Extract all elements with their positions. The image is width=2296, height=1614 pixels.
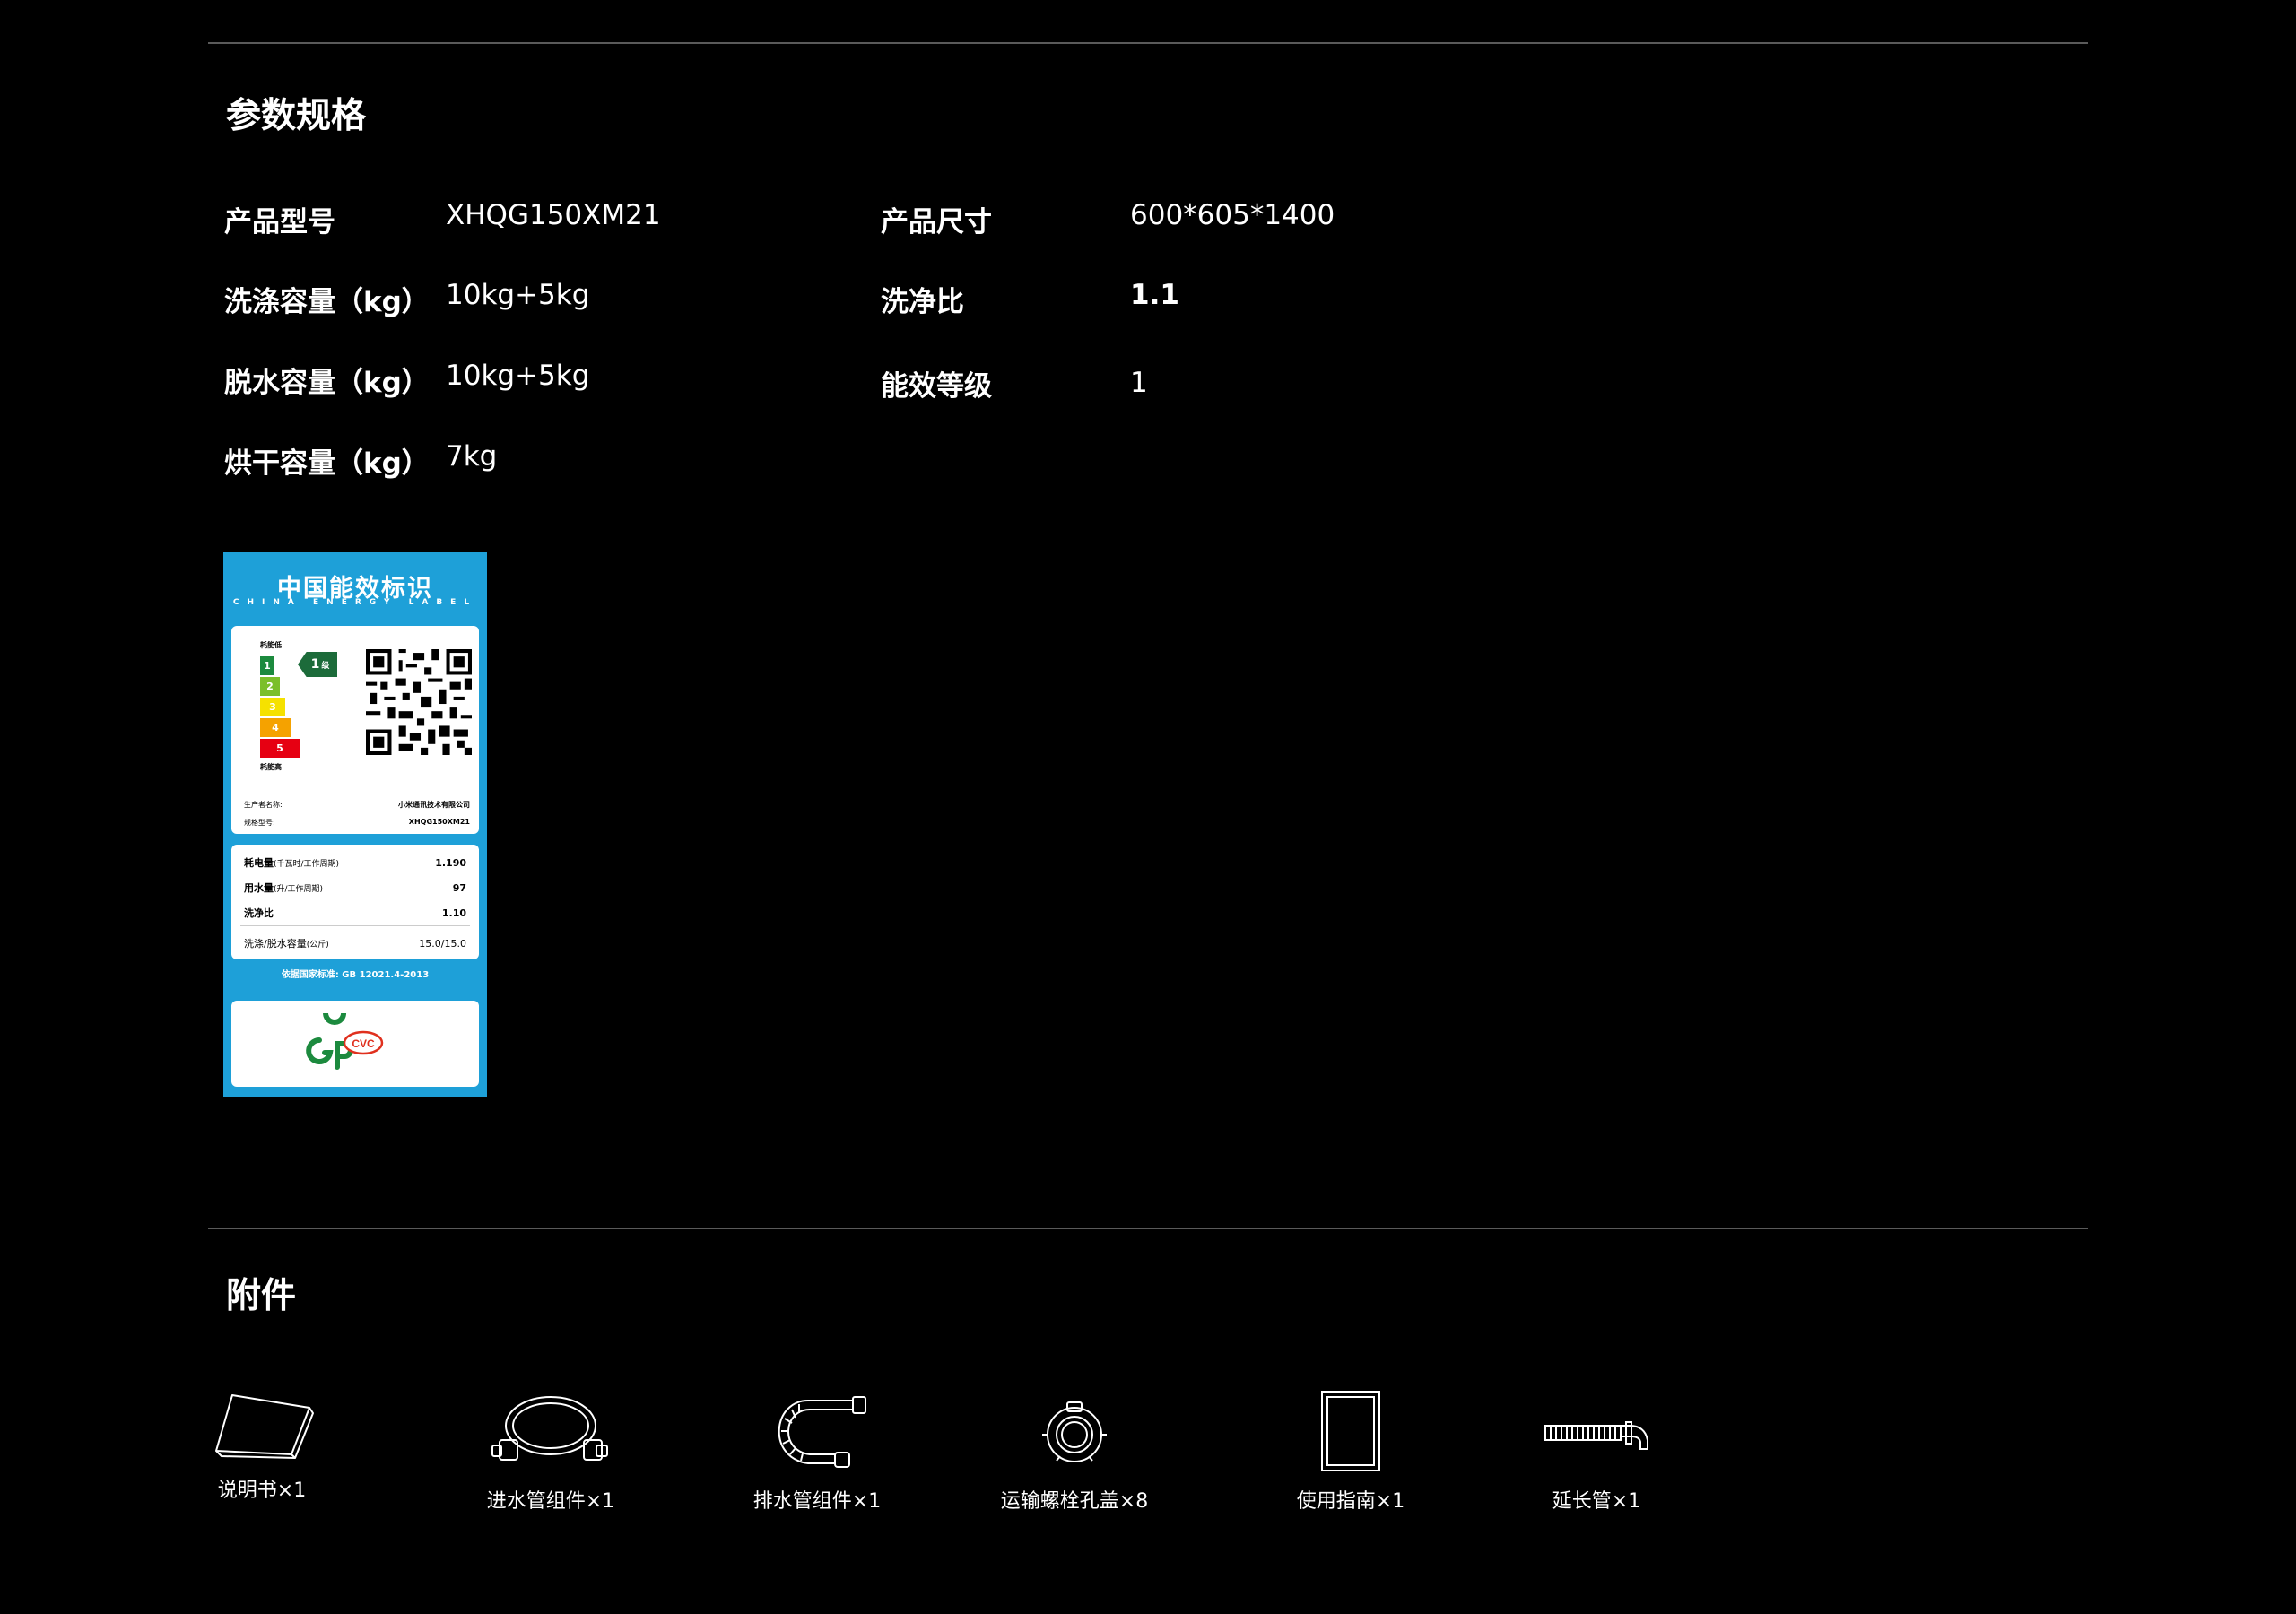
current-grade-unit: 级 bbox=[321, 661, 330, 671]
grade-bar-4: 4 bbox=[260, 718, 291, 737]
accessory-label: 说明书×1 bbox=[217, 1480, 307, 1502]
guide-icon bbox=[1321, 1391, 1380, 1471]
energy-data-divider bbox=[240, 925, 470, 926]
energy-label-subtitle: CHINA ENERGY LABEL bbox=[232, 598, 478, 607]
spec-label-wash-capacity: 洗涤容量（kg） bbox=[224, 286, 430, 318]
certification-panel: CVC bbox=[231, 1001, 479, 1087]
grade-bar-1: 1 bbox=[260, 656, 274, 675]
accessories-title: 附件 bbox=[226, 1276, 297, 1316]
low-consumption-label: 耗能低 bbox=[260, 641, 282, 649]
specs-title: 参数规格 bbox=[226, 96, 367, 136]
accessory-item: 说明书×1 bbox=[181, 1390, 343, 1503]
accessory-item: 运输螺栓孔盖×8 bbox=[994, 1390, 1155, 1514]
energy-data-panel: 耗电量(千瓦时/工作周期) 1.190 用水量(升/工作周期) 97 洗净比 1… bbox=[231, 845, 479, 959]
accessory-item: 延长管×1 bbox=[1516, 1390, 1677, 1514]
accessories-divider bbox=[208, 1228, 2088, 1229]
spec-label-dry-capacity: 烘干容量（kg） bbox=[224, 447, 430, 480]
manufacturer-label: 生产者名称: bbox=[244, 801, 283, 809]
drain-hose-icon bbox=[778, 1396, 866, 1468]
current-grade-value: 1 bbox=[310, 657, 320, 672]
svg-text:CVC: CVC bbox=[352, 1037, 375, 1050]
spec-value-wash-capacity: 10kg+5kg bbox=[446, 279, 590, 311]
spec-label-model: 产品型号 bbox=[224, 206, 335, 239]
accessory-item: 进水管组件×1 bbox=[470, 1390, 631, 1514]
spec-value-energy-grade: 1 bbox=[1130, 367, 1148, 399]
energy-standard-text: 依据国家标准: GB 12021.4-2013 bbox=[281, 970, 430, 980]
inlet-hose-icon bbox=[491, 1396, 608, 1461]
spec-label-spin-capacity: 脱水容量（kg） bbox=[224, 367, 430, 399]
grade-bar-2: 2 bbox=[260, 677, 280, 696]
model-value: XHQG150XM21 bbox=[408, 818, 470, 826]
spec-value-model: XHQG150XM21 bbox=[446, 199, 661, 231]
spec-value-dry-capacity: 7kg bbox=[446, 440, 498, 473]
manual-icon bbox=[215, 1394, 314, 1459]
spec-value-dimensions: 600*605*1400 bbox=[1130, 199, 1335, 231]
qr-code-icon bbox=[366, 649, 472, 755]
accessory-label: 进水管组件×1 bbox=[486, 1490, 615, 1513]
grade-bar-5: 5 bbox=[260, 739, 300, 758]
spec-value-spin-capacity: 10kg+5kg bbox=[446, 360, 590, 392]
energy-grade-panel: 耗能低 1 2 3 4 5 耗能高 1级 生产者名称: 小米通讯技术有限公司 规… bbox=[231, 626, 479, 834]
energy-data-row: 用水量(升/工作周期) 97 bbox=[244, 882, 466, 894]
top-divider bbox=[208, 42, 2088, 44]
model-label: 规格型号: bbox=[244, 819, 275, 827]
energy-data-row: 洗净比 1.10 bbox=[244, 907, 466, 919]
energy-label: 中国能效标识 CHINA ENERGY LABEL 耗能低 1 2 3 4 5 … bbox=[223, 552, 487, 1097]
cvc-logo-icon: CVC bbox=[343, 1030, 384, 1055]
energy-data-row: 洗涤/脱水容量(公斤) 15.0/15.0 bbox=[244, 938, 466, 950]
manufacturer-value: 小米通讯技术有限公司 bbox=[398, 801, 470, 809]
accessory-label: 运输螺栓孔盖×8 bbox=[1000, 1490, 1149, 1513]
extension-pipe-icon bbox=[1544, 1421, 1648, 1450]
accessory-label: 使用指南×1 bbox=[1296, 1490, 1405, 1513]
high-consumption-label: 耗能高 bbox=[260, 763, 282, 771]
spec-label-energy-grade: 能效等级 bbox=[881, 370, 992, 403]
grade-bar-3: 3 bbox=[260, 698, 285, 716]
spec-label-cleaning-ratio: 洗净比 bbox=[881, 286, 964, 318]
current-grade-indicator: 1级 bbox=[298, 652, 337, 677]
accessory-label: 排水管组件×1 bbox=[752, 1490, 882, 1513]
accessory-label: 延长管×1 bbox=[1552, 1490, 1641, 1513]
spec-value-cleaning-ratio: 1.1 bbox=[1130, 279, 1179, 311]
spec-label-dimensions: 产品尺寸 bbox=[881, 206, 992, 239]
accessory-item: 使用指南×1 bbox=[1270, 1390, 1431, 1514]
bolt-cover-icon bbox=[1042, 1401, 1107, 1462]
energy-data-row: 耗电量(千瓦时/工作周期) 1.190 bbox=[244, 857, 466, 869]
accessory-item: 排水管组件×1 bbox=[736, 1390, 898, 1514]
